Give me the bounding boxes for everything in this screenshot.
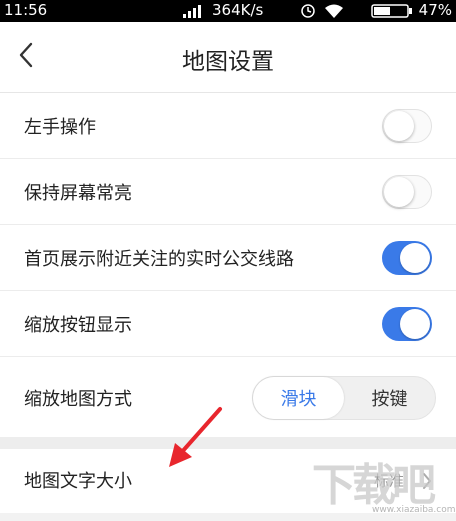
setting-label: 缩放地图方式 [24,389,132,410]
zoom-mode-slider-option[interactable]: 滑块 [253,377,344,419]
setting-keep-screen-on: 保持屏幕常亮 [0,159,456,225]
setting-label: 地图文字大小 [24,471,132,492]
setting-zoom-mode: 缩放地图方式 滑块 按键 [0,357,456,439]
section-divider [0,437,456,449]
wifi-icon [324,3,344,23]
setting-label: 缩放按钮显示 [24,314,132,336]
alarm-icon [300,3,316,23]
settings-list: 左手操作 保持屏幕常亮 首页展示附近关注的实时公交线路 缩放按钮显示 缩放地图方… [0,93,456,439]
setting-zoom-buttons: 缩放按钮显示 [0,291,456,357]
page-title: 地图设置 [182,49,274,75]
nearby-bus-lines-toggle[interactable] [382,240,432,275]
watermark-logo: 下载吧 www.xiazaiba.com [312,451,456,519]
zoom-mode-buttons-option[interactable]: 按键 [344,377,435,419]
keep-screen-on-toggle[interactable] [382,174,432,209]
setting-label: 首页展示附近关注的实时公交线路 [24,248,294,270]
watermark-url: www.xiazaiba.com [372,505,456,515]
signal-icon [182,3,206,23]
setting-nearby-bus-lines: 首页展示附近关注的实时公交线路 [0,225,456,291]
app-header: 地图设置 [0,22,456,93]
left-hand-mode-toggle[interactable] [382,108,432,143]
battery-icon [371,3,413,23]
zoom-mode-segmented-control: 滑块 按键 [252,376,436,420]
zoom-buttons-toggle[interactable] [382,306,432,341]
battery-percent: 47% [418,1,452,19]
network-speed: 364K/s [212,1,264,19]
setting-label: 左手操作 [24,116,96,138]
setting-label: 保持屏幕常亮 [24,182,132,204]
annotation-arrow-icon [165,405,225,474]
watermark-logo-text: 下载吧 [312,460,436,511]
status-bar: 11:56 364K/s 47% [0,0,456,22]
status-time: 11:56 [4,1,48,19]
setting-left-hand-mode: 左手操作 [0,93,456,159]
